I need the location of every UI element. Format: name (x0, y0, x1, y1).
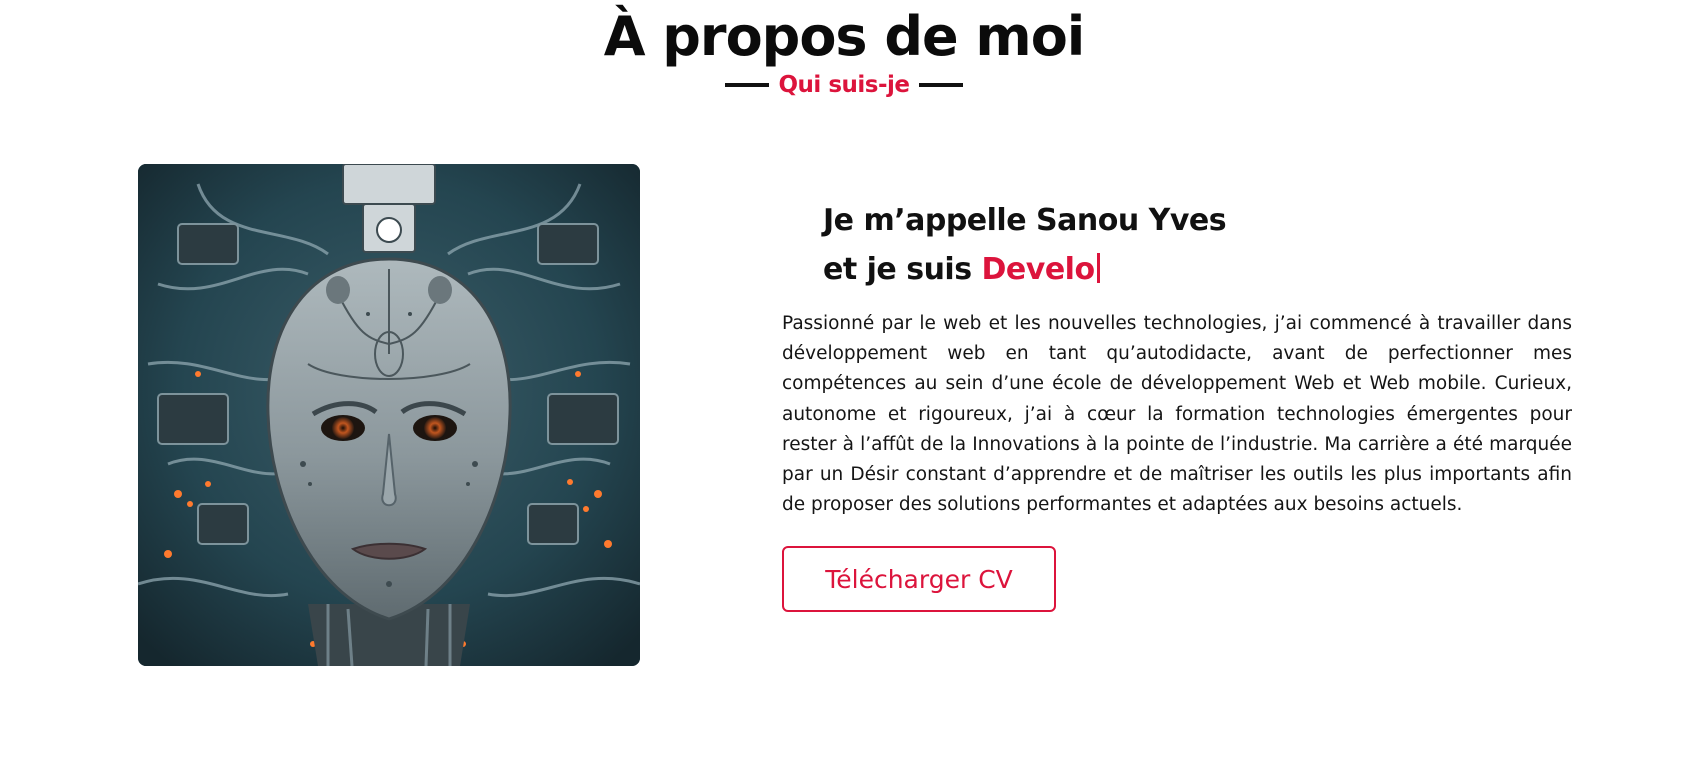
robot-face-illustration (138, 164, 640, 666)
subtitle-text: Qui suis-je (778, 72, 910, 98)
about-content: Je m’appelle Sanou Yves et je suis Devel… (782, 196, 1572, 613)
section-subtitle: Qui suis-je (0, 70, 1688, 100)
subtitle-left-line (724, 83, 769, 87)
bio-paragraph: Passionné par le web et les nouvelles te… (782, 313, 1572, 516)
subtitle-right-line (919, 83, 964, 87)
download-cv-button[interactable]: Télécharger CV (782, 546, 1056, 613)
typing-cursor (1096, 253, 1100, 283)
typed-role-text: Develo (981, 252, 1096, 287)
section-title: À propos de moi (603, 5, 1086, 68)
intro-heading: Je m’appelle Sanou Yves et je suis Devel… (823, 196, 1572, 294)
intro-line-2-prefix: et je suis (823, 252, 982, 287)
robot-portrait-image (138, 164, 640, 666)
intro-line-1: Je m’appelle Sanou Yves (823, 203, 1227, 238)
